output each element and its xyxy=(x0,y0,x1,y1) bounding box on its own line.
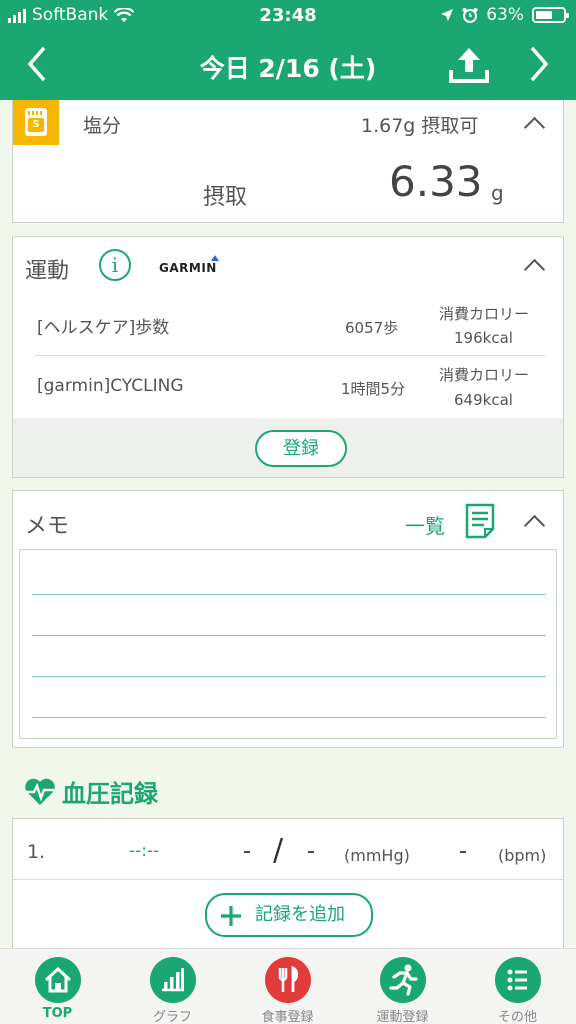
battery-icon xyxy=(532,7,569,23)
pulse-value: - xyxy=(459,839,467,864)
tab-graph[interactable]: グラフ xyxy=(115,949,230,1024)
exercise-name: [garmin]CYCLING xyxy=(37,376,184,396)
chevron-right-icon xyxy=(530,46,549,82)
memo-input[interactable] xyxy=(19,549,557,739)
share-button[interactable] xyxy=(448,44,490,86)
memo-line xyxy=(32,717,546,718)
info-icon[interactable]: i xyxy=(99,249,131,281)
exercise-name: [ヘルスケア]歩数 xyxy=(37,318,170,338)
fork-knife-icon xyxy=(265,957,311,1003)
bp-section-title: 血圧記録 xyxy=(24,774,158,809)
collapse-memo-button[interactable] xyxy=(523,511,545,533)
bp-time: --:-- xyxy=(129,841,160,861)
location-icon xyxy=(441,9,454,21)
tab-top[interactable]: TOP xyxy=(0,949,115,1024)
exercise-amount: 1時間5分 xyxy=(341,380,406,398)
memo-card: メモ 一覧 xyxy=(12,490,564,748)
bp-slash: / xyxy=(273,833,284,868)
bp-systolic: - xyxy=(243,839,251,864)
tab-meal[interactable]: 食事登録 xyxy=(230,949,345,1024)
add-record-button[interactable]: 記録を追加 xyxy=(205,893,373,937)
home-icon xyxy=(35,957,81,1003)
tab-label: TOP xyxy=(42,1006,73,1021)
tab-other[interactable]: その他 xyxy=(460,949,575,1024)
main-content[interactable]: S 塩分 1.67g 摂取可 摂取 6.33 g 運動 i GARMIN [ヘル… xyxy=(0,100,576,948)
memo-line xyxy=(32,676,546,677)
collapse-exercise-button[interactable] xyxy=(523,255,545,277)
salt-remaining: 1.67g 摂取可 xyxy=(361,115,479,137)
battery-percent: 63% xyxy=(486,5,524,25)
list-icon xyxy=(495,957,541,1003)
add-record-label: 記録を追加 xyxy=(255,904,345,925)
tab-label: グラフ xyxy=(152,1010,192,1024)
intake-unit: g xyxy=(491,181,504,205)
memo-line xyxy=(32,594,546,595)
salt-label: 塩分 xyxy=(83,115,122,137)
upload-icon xyxy=(449,48,489,83)
register-bar: 登録 xyxy=(13,418,563,477)
runner-icon xyxy=(380,957,426,1003)
tab-label: その他 xyxy=(497,1010,537,1024)
bp-title: 血圧記録 xyxy=(62,780,158,808)
divider xyxy=(35,355,545,356)
alarm-icon xyxy=(462,8,478,23)
intake-label: 摂取 xyxy=(203,185,248,210)
pulse-unit: (bpm) xyxy=(498,846,547,865)
exercise-amount: 6057歩 xyxy=(345,319,399,337)
status-bar: SoftBank 23:48 63% xyxy=(0,0,576,32)
divider xyxy=(13,879,563,880)
exercise-title: 運動 xyxy=(25,259,70,284)
bar-chart-icon xyxy=(150,957,196,1003)
intake-value: 6.33 xyxy=(389,157,483,206)
salt-card: S 塩分 1.67g 摂取可 摂取 6.33 g xyxy=(12,100,564,223)
calorie-value: 196kcal xyxy=(454,329,513,347)
register-button[interactable]: 登録 xyxy=(255,430,347,467)
calorie-label: 消費カロリー xyxy=(439,366,530,384)
bp-unit: (mmHg) xyxy=(344,846,410,865)
notepad-icon xyxy=(465,503,495,539)
heart-pulse-icon xyxy=(25,778,55,805)
tab-exercise[interactable]: 運動登録 xyxy=(345,949,460,1024)
memo-list-link[interactable]: 一覧 xyxy=(405,510,445,539)
memo-list-button[interactable] xyxy=(465,503,495,539)
memo-title: メモ xyxy=(25,514,70,539)
tab-bar: TOP グラフ 食事登録 運動登録 その他 xyxy=(0,948,576,1024)
next-day-button[interactable] xyxy=(526,44,552,93)
bp-card: 1. --:-- - / - (mmHg) - (bpm) 記録を追加 xyxy=(12,818,564,948)
salt-shaker-icon: S xyxy=(13,100,59,145)
header: 今日 2/16 (土) xyxy=(0,32,576,100)
garmin-triangle-icon xyxy=(211,255,219,261)
tab-label: 運動登録 xyxy=(376,1010,429,1024)
bp-index: 1. xyxy=(27,841,46,863)
collapse-salt-button[interactable] xyxy=(523,113,545,135)
garmin-logo: GARMIN xyxy=(159,261,217,275)
tab-label: 食事登録 xyxy=(261,1010,314,1024)
memo-line xyxy=(32,635,546,636)
calorie-label: 消費カロリー xyxy=(439,305,530,323)
exercise-card: 運動 i GARMIN [ヘルスケア]歩数 6057歩 消費カロリー 196kc… xyxy=(12,236,564,478)
plus-icon xyxy=(221,906,241,926)
bp-diastolic: - xyxy=(307,839,315,864)
calorie-value: 649kcal xyxy=(454,391,513,409)
